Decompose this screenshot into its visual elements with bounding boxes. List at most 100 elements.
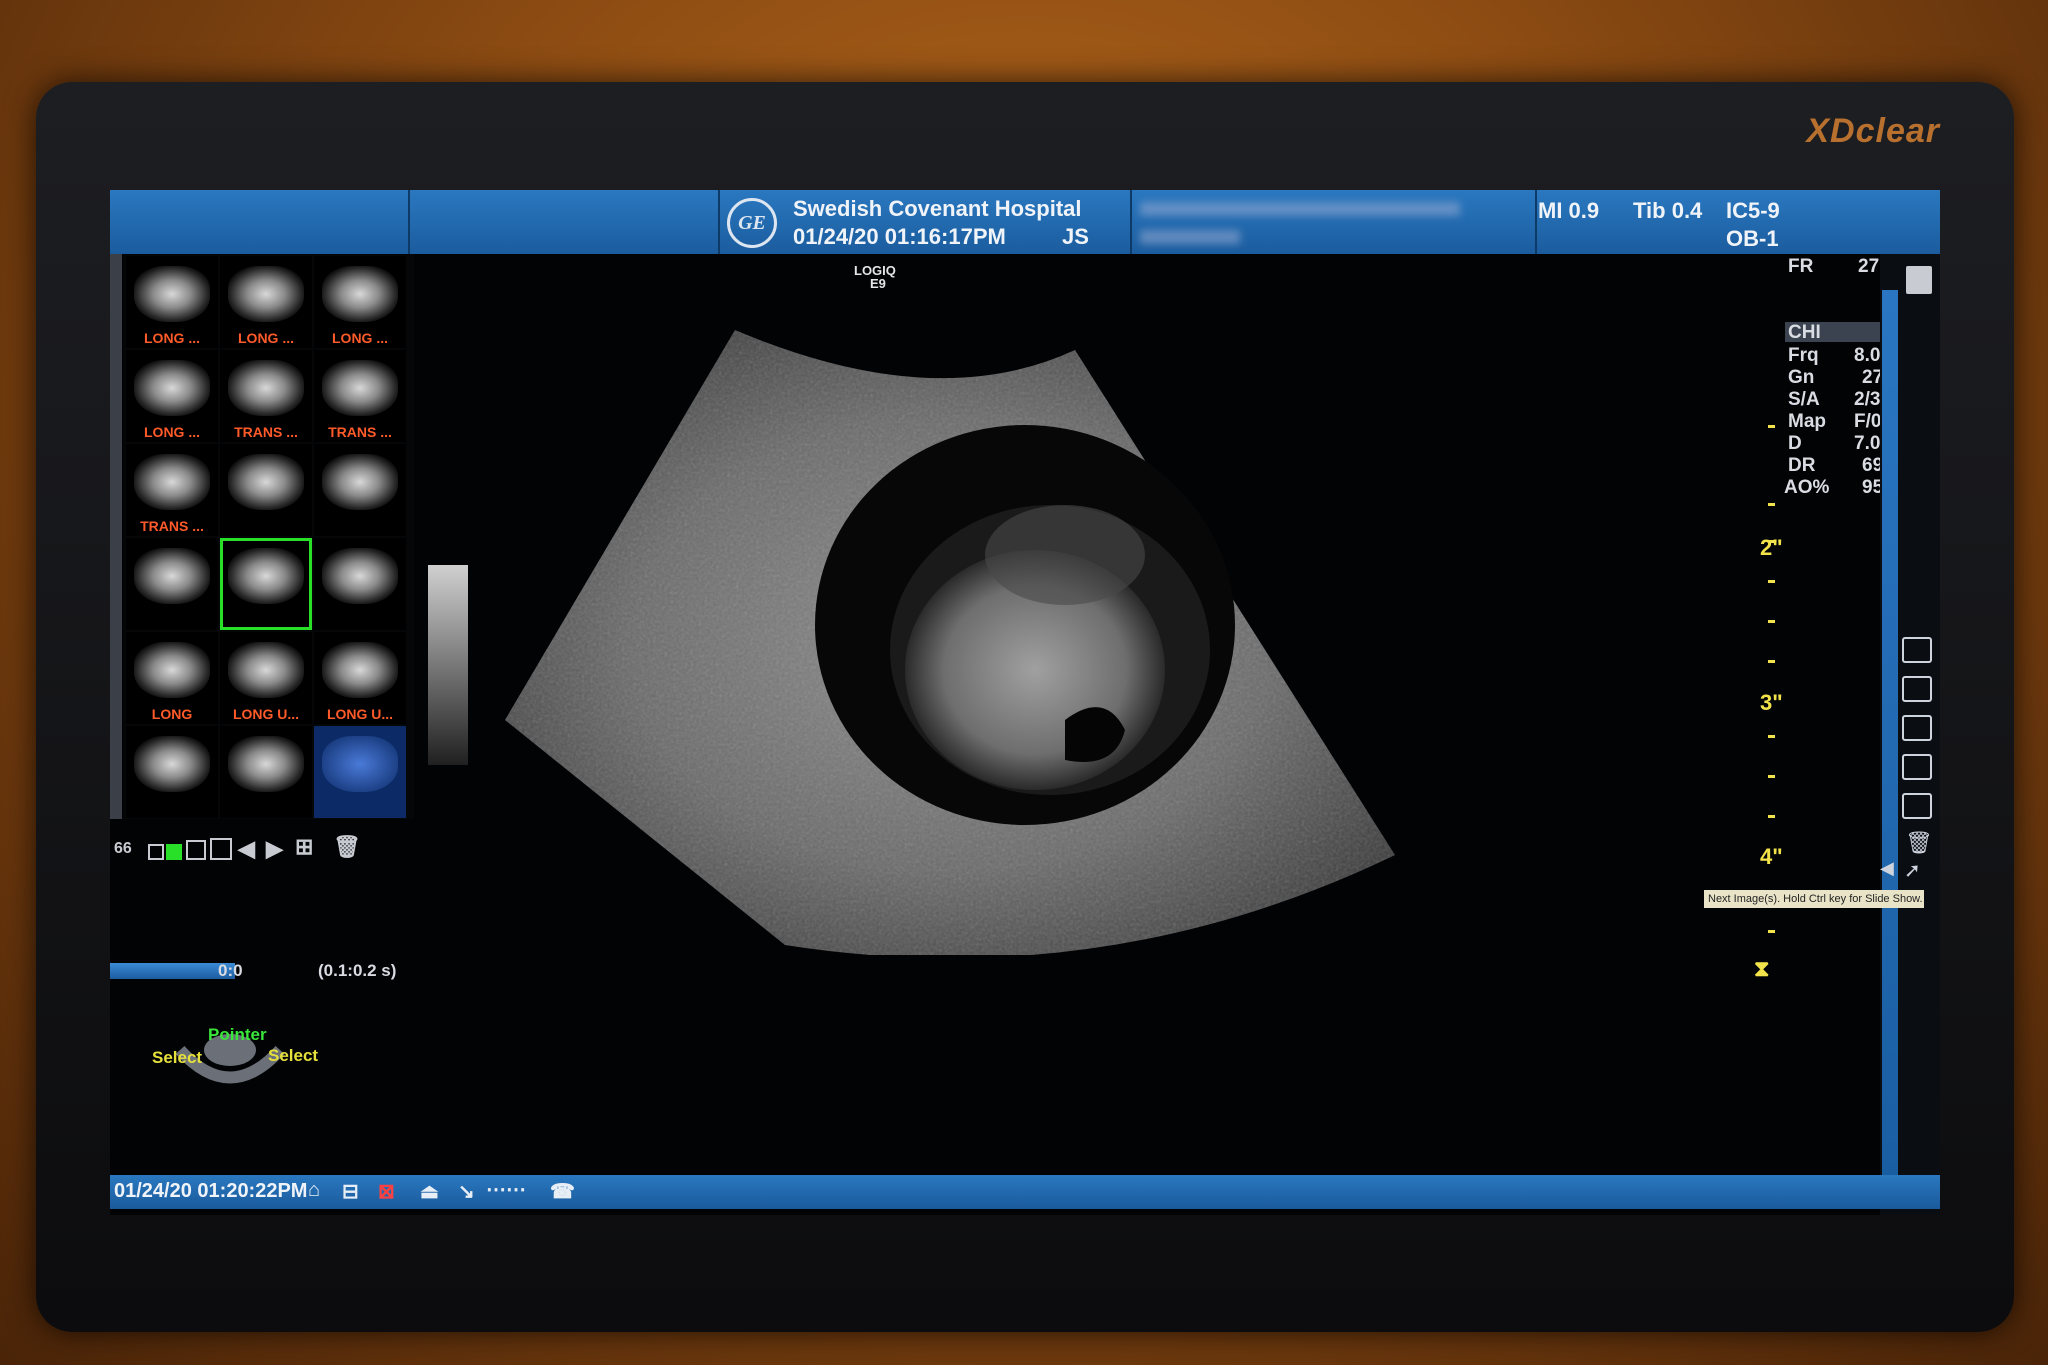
network-icon[interactable]: ⊟	[342, 1179, 359, 1204]
thumbnail-image[interactable]	[126, 538, 218, 630]
eject-icon[interactable]: ⏏	[420, 1179, 439, 1204]
layout-3x3-icon[interactable]	[186, 840, 206, 860]
depth-label: 2"	[1760, 535, 1783, 560]
frame-rate-label: FR	[1788, 256, 1814, 277]
panel-toggle-icon[interactable]	[1906, 266, 1932, 294]
hospital-name: Swedish Covenant Hospital	[793, 196, 1082, 221]
exam-datetime: 01/24/20 01:16:17PM	[793, 224, 1006, 249]
operator-initials: JS	[1062, 224, 1089, 249]
calendar-icon[interactable]	[1902, 676, 1932, 702]
cine-range: (0.1:0.2 s)	[318, 961, 397, 980]
imaging-mode: CHI	[1788, 322, 1821, 343]
thumbnail-label: TRANS ...	[328, 424, 392, 440]
param-key: Frq	[1788, 345, 1819, 366]
monitor-brand-logo: XDclear	[1806, 112, 1940, 150]
redacted-patient-name	[1140, 202, 1460, 216]
header-divider	[718, 190, 720, 254]
ultrasound-image[interactable]	[505, 255, 1505, 955]
thumbnail-image[interactable]	[126, 726, 218, 818]
depth-tick	[1768, 930, 1775, 933]
depth-tick	[1768, 775, 1775, 778]
layout-4x4-icon[interactable]	[210, 838, 232, 860]
previous-arrow-icon[interactable]: ◀	[1880, 858, 1894, 879]
previous-image-icon[interactable]: ◀	[238, 836, 255, 862]
trackball-pointer-label: Pointer	[208, 1025, 267, 1044]
thumbnail-image[interactable]: LONG	[126, 632, 218, 724]
param-key: Gn	[1788, 367, 1815, 388]
thumbnail-image[interactable]: LONG ...	[126, 256, 218, 348]
thermal-index-bone: Tib 0.4	[1633, 198, 1703, 223]
redacted-patient-id	[1140, 230, 1240, 244]
thumbnail-label: LONG ...	[144, 330, 200, 346]
ge-logo-icon: GE	[727, 198, 777, 248]
thumbnail-clipboard: LONG ... LONG ... LONG ... LONG ... TRAN…	[124, 254, 414, 819]
thumbnail-image[interactable]: TRANS ...	[126, 444, 218, 536]
thumbnail-label: LONG ...	[238, 330, 294, 346]
param-key: Map	[1788, 411, 1826, 432]
depth-tick	[1768, 580, 1775, 583]
thumbnail-image[interactable]: LONG ...	[126, 350, 218, 442]
thumbnail-image[interactable]	[314, 444, 406, 536]
frame-rate-value: 27	[1858, 256, 1880, 277]
next-image-icon[interactable]: ▶	[266, 836, 283, 862]
depth-tick	[1768, 660, 1775, 663]
thumbnail-image-selected[interactable]	[220, 538, 312, 630]
phone-icon[interactable]: ☎	[550, 1179, 575, 1204]
depth-tick	[1768, 620, 1775, 623]
connection-icon[interactable]: ⋯⋯	[486, 1177, 526, 1202]
depth-tick	[1768, 815, 1775, 818]
thumbnail-image[interactable]	[314, 538, 406, 630]
cine-progress-bar[interactable]	[110, 963, 235, 979]
thumbnail-image[interactable]	[314, 726, 406, 818]
layout-2x2-icon[interactable]	[166, 844, 182, 860]
status-bar: 01/24/20 01:20:22PM ⌂ ⊟ ⊠ ⏏ ↘ ⋯⋯ ☎	[110, 1175, 1940, 1209]
thumbnail-image[interactable]	[220, 444, 312, 536]
thumbnail-image[interactable]: TRANS ...	[220, 350, 312, 442]
lock-icon[interactable]: ⌂	[308, 1179, 320, 1202]
param-key: D	[1788, 433, 1802, 454]
param-key: DR	[1788, 455, 1816, 476]
layout-1x1-icon[interactable]	[148, 844, 164, 860]
depth-label: 4"	[1760, 844, 1783, 869]
depth-tick	[1768, 503, 1775, 506]
param-key: AO%	[1784, 477, 1830, 498]
pointer-cursor-icon: ➚	[1904, 860, 1921, 882]
cine-position: 0:0	[218, 961, 243, 980]
probe-icon[interactable]: ↘	[458, 1179, 475, 1204]
focal-zone-marker-icon[interactable]: ⧗	[1754, 956, 1769, 982]
grayscale-map-bar	[428, 565, 468, 765]
thumbnail-label: LONG	[151, 706, 193, 722]
grid-icon[interactable]	[1902, 715, 1932, 741]
param-value: 7.0	[1854, 433, 1881, 454]
depth-tick	[1768, 735, 1775, 738]
thumbnail-image[interactable]: LONG ...	[220, 256, 312, 348]
add-image-icon[interactable]: ⊞	[295, 834, 313, 860]
thumbnail-image[interactable]	[220, 726, 312, 818]
trash-icon[interactable]: 🗑	[1905, 830, 1933, 856]
param-value: 2/3	[1854, 389, 1881, 410]
monitor-icon[interactable]	[1902, 637, 1932, 663]
ultrasound-screen: GE Swedish Covenant Hospital 01/24/20 01…	[110, 190, 1940, 1215]
mechanical-index: MI 0.9	[1538, 198, 1600, 223]
thumbnail-image[interactable]: LONG U...	[220, 632, 312, 724]
depth-label: 3"	[1760, 690, 1783, 715]
probe-name: IC5-9	[1726, 198, 1780, 223]
image-search-icon[interactable]	[1902, 793, 1932, 819]
thumbnail-image[interactable]: LONG U...	[314, 632, 406, 724]
thumbnail-scrollbar[interactable]	[110, 254, 122, 819]
right-scroll-track[interactable]	[1882, 290, 1898, 1180]
thumbnail-label: LONG U...	[232, 706, 300, 722]
exam-preset: OB-1	[1726, 226, 1779, 251]
tooltip: Next Image(s). Hold Ctrl key for Slide S…	[1704, 890, 1924, 908]
param-key: S/A	[1788, 389, 1820, 410]
trash-icon[interactable]: 🗑	[333, 834, 361, 860]
thumbnail-image[interactable]: TRANS ...	[314, 350, 406, 442]
thumbnail-label: LONG ...	[144, 424, 200, 440]
thumbnail-image[interactable]: LONG ...	[314, 256, 406, 348]
param-value: 8.0	[1854, 345, 1881, 366]
printer-error-icon[interactable]: ⊠	[378, 1179, 395, 1204]
document-icon[interactable]	[1902, 754, 1932, 780]
thumbnail-label: LONG U...	[326, 706, 394, 722]
trackball-left-select: Select	[152, 1048, 203, 1067]
header-divider	[408, 190, 410, 254]
